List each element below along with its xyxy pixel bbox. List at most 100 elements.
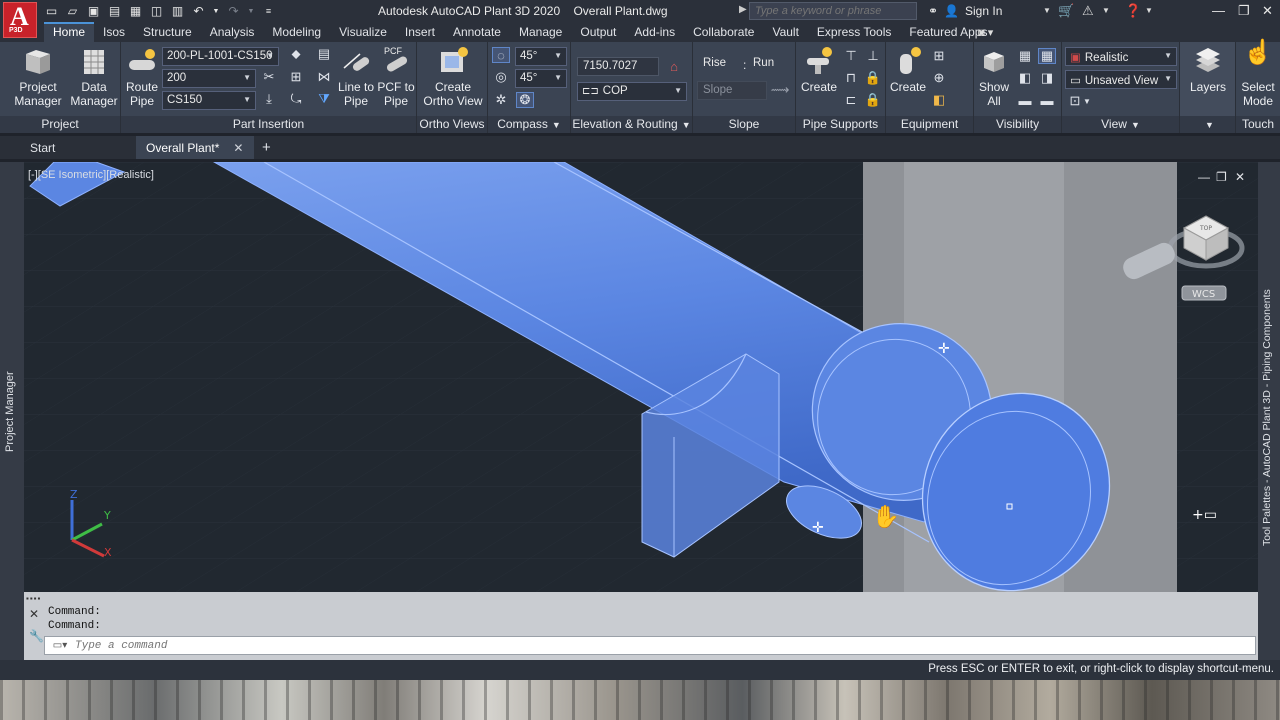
tab-visualize[interactable]: Visualize	[330, 22, 396, 42]
show-all-button[interactable]: Show All	[976, 46, 1012, 108]
tab-home[interactable]: Home	[44, 22, 95, 42]
new-tab-icon[interactable]: +	[262, 139, 271, 156]
compass-toggle-icon[interactable]: ◌	[492, 47, 510, 63]
app-menu-button[interactable]: A P3D	[3, 2, 37, 38]
close-icon[interactable]: ✕	[1262, 3, 1273, 19]
command-prompt-icon[interactable]: ▭▾	[45, 640, 75, 651]
drawing-viewport[interactable]: ✛ ✛ ✋ Z Y X TOP WCS +▭ [-][SE Isometric]…	[24, 162, 1258, 592]
valve-icon[interactable]: ⧩	[315, 91, 333, 107]
spec-combo[interactable]: CS150 ▼	[162, 91, 256, 110]
minimize-icon[interactable]: —	[1212, 3, 1225, 18]
tab-express-tools[interactable]: Express Tools	[808, 22, 900, 42]
line-to-pipe-button[interactable]: Line to Pipe	[335, 46, 377, 108]
cart-icon[interactable]: 🛒	[1058, 3, 1074, 19]
size-combo[interactable]: 200 ▼	[162, 69, 256, 88]
tab-output[interactable]: Output	[571, 22, 625, 42]
save-as-icon[interactable]: ▤	[107, 4, 122, 18]
equipment-attach-icon[interactable]: ⊞	[930, 48, 948, 64]
project-manager-button[interactable]: Project Manager	[10, 46, 66, 108]
compass-tool-icon[interactable]: ✲	[492, 92, 510, 108]
equipment-nozzle-icon[interactable]: ⊕	[930, 70, 948, 86]
support-add-icon[interactable]: ⊤	[842, 48, 860, 64]
compass-display-icon[interactable]: ❂	[516, 92, 534, 108]
undo-dropdown-icon[interactable]: ▼	[212, 4, 220, 18]
rise-input[interactable]: Rise	[697, 54, 735, 73]
viewport-close-icon[interactable]: ✕	[1235, 170, 1245, 184]
catalog-icon[interactable]: ▤	[315, 46, 333, 62]
save-icon[interactable]: ▣	[86, 4, 101, 18]
pcf-to-pipe-button[interactable]: PCF PCF to Pipe	[375, 46, 417, 108]
tab-analysis[interactable]: Analysis	[201, 22, 264, 42]
viewport-label[interactable]: [-][SE Isometric][Realistic]	[28, 169, 154, 181]
equipment-convert-icon[interactable]: ◧	[930, 92, 948, 108]
isolate-icon[interactable]: ▦	[1016, 48, 1034, 64]
view-cube-face-top[interactable]: TOP	[1199, 225, 1212, 232]
end-isolate-icon[interactable]: ▬	[1016, 92, 1034, 108]
plot-icon[interactable]: ▥	[170, 4, 185, 18]
slope-input[interactable]: Slope	[697, 81, 767, 100]
help-dropdown-icon[interactable]: ▼	[1145, 6, 1153, 15]
command-input-box[interactable]: ▭▾	[44, 636, 1256, 655]
line-number-combo[interactable]: 200-PL-1001-CS150 ▼	[162, 47, 279, 66]
support-edit-icon[interactable]: ⊥	[864, 48, 882, 64]
tab-collaborate[interactable]: Collaborate	[684, 22, 763, 42]
save-to-web-icon[interactable]: ◫	[149, 4, 164, 18]
compass-snap-icon[interactable]: ◎	[492, 69, 510, 85]
open-folder-icon[interactable]: ▱	[65, 4, 80, 18]
command-grip[interactable]: ▪▪▪▪ ✕ 🔧	[26, 594, 44, 654]
customize-qat-icon[interactable]: ≡	[261, 4, 276, 18]
connect-icon[interactable]: ⊞	[287, 69, 305, 85]
create-equipment-button[interactable]: Create	[888, 46, 928, 94]
grip-plus-icon[interactable]: ✛	[938, 341, 950, 357]
slope-toggle-icon[interactable]: ⟿	[771, 82, 790, 98]
sign-in-area[interactable]: ⚭ 👤 Sign In	[928, 4, 1002, 18]
tab-add-ins[interactable]: Add-ins	[625, 22, 684, 42]
customize-wrench-icon[interactable]: 🔧	[26, 629, 44, 643]
command-input[interactable]	[75, 639, 1175, 652]
viewport-minimize-icon[interactable]: —	[1198, 170, 1210, 184]
tab-annotate[interactable]: Annotate	[444, 22, 510, 42]
support-convert-icon[interactable]: ⊓	[842, 70, 860, 86]
sign-in-dropdown-icon[interactable]: ▼	[1043, 6, 1051, 15]
hide-objects-icon[interactable]: ◧	[1016, 70, 1034, 86]
model-canvas[interactable]: ✛ ✛ ✋ Z Y X TOP WCS +▭	[24, 162, 1258, 592]
redo-dropdown-icon[interactable]: ▼	[247, 4, 255, 18]
route-pipe-button[interactable]: Route Pipe	[123, 46, 161, 108]
create-ortho-view-button[interactable]: Create Ortho View	[421, 46, 485, 108]
panel-compass-title[interactable]: Compass ▼	[488, 116, 570, 133]
visual-style-combo[interactable]: ▣ Realistic ▼	[1065, 47, 1177, 66]
tab-structure[interactable]: Structure	[134, 22, 201, 42]
project-manager-palette[interactable]: Project Manager	[0, 162, 24, 660]
show-objects-icon[interactable]: ◨	[1038, 70, 1056, 86]
layers-button[interactable]: Layers	[1184, 46, 1232, 94]
panel-view-title[interactable]: View ▼	[1062, 116, 1179, 133]
visibility-options-icon[interactable]: ▬	[1038, 92, 1056, 108]
routing-combo[interactable]: ⊏⊐ COP ▼	[577, 82, 687, 101]
compass-angle-combo-1[interactable]: 45° ▼	[515, 47, 567, 66]
project-icon[interactable]: ▦	[128, 4, 143, 18]
new-file-icon[interactable]: ▭	[44, 4, 59, 18]
wcs-label[interactable]: WCS	[1192, 289, 1215, 300]
exchange-icon[interactable]: ⚠	[1082, 3, 1094, 19]
close-command-icon[interactable]: ✕	[26, 607, 42, 621]
tag-icon[interactable]: ⬥	[287, 46, 305, 62]
named-view-combo[interactable]: ▭ Unsaved View ▼	[1065, 70, 1177, 89]
compass-angle-combo-2[interactable]: 45° ▼	[515, 69, 567, 88]
panel-layers-dropdown[interactable]: ▼	[1180, 116, 1235, 133]
data-manager-button[interactable]: Data Manager	[68, 46, 120, 108]
doc-tab-overall-plant[interactable]: Overall Plant* ✕	[136, 136, 254, 159]
elbow-icon[interactable]: ⤿	[287, 91, 305, 107]
run-input[interactable]: Run	[747, 54, 789, 73]
binoculars-icon[interactable]: ⚭	[928, 4, 938, 18]
exchange-dropdown-icon[interactable]: ▼	[1102, 6, 1110, 15]
viewport-config-dropdown-icon[interactable]: ▼	[1082, 93, 1092, 109]
restore-icon[interactable]: ❐	[1238, 3, 1250, 19]
substitute-icon[interactable]: ✂	[260, 69, 278, 85]
create-support-button[interactable]: Create	[798, 46, 840, 94]
viewport-restore-icon[interactable]: ❐	[1216, 170, 1227, 184]
tool-palettes[interactable]: Tool Palettes - AutoCAD Plant 3D - Pipin…	[1258, 162, 1280, 660]
elevation-pick-icon[interactable]: ⌂	[665, 58, 683, 74]
select-mode-button[interactable]: ☝ Select Mode	[1236, 41, 1280, 109]
panel-elevation-title[interactable]: Elevation & Routing ▼	[571, 116, 692, 133]
search-input[interactable]	[749, 2, 917, 20]
